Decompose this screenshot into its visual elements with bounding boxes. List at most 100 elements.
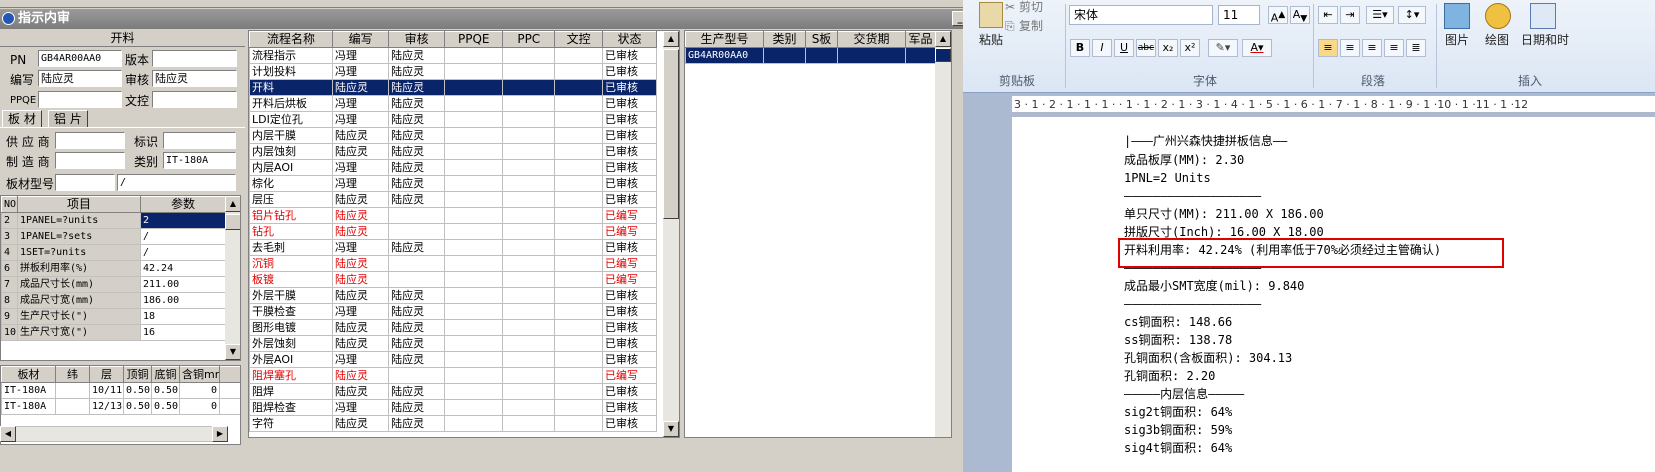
- flow-row[interactable]: 干膜检查 冯理 陆应灵 已审核: [249, 303, 658, 320]
- board-model-field-b[interactable]: /: [117, 174, 236, 191]
- copy-button[interactable]: 复制: [1019, 19, 1043, 33]
- flow-row[interactable]: 计划投料 冯理 陆应灵 已审核: [249, 63, 658, 80]
- flow-row[interactable]: 字符 陆应灵 陆应灵 已审核: [249, 415, 658, 432]
- paste-button[interactable]: 粘贴: [979, 33, 1003, 47]
- board-hscrollbar[interactable]: ◀ ▶: [0, 426, 228, 442]
- scroll-down-icon[interactable]: ▼: [225, 344, 240, 360]
- bold-icon[interactable]: B: [1070, 39, 1090, 57]
- flow-header[interactable]: 流程名称: [249, 31, 334, 48]
- horizontal-ruler[interactable]: 3 · 1 · 2 · 1 · 1 · 1 · · 1 · 1 · 2 · 1 …: [1012, 96, 1655, 113]
- flow-row[interactable]: 阻焊 陆应灵 陆应灵 已审核: [249, 383, 658, 400]
- board-header[interactable]: 纬: [55, 366, 90, 383]
- tab-aluminum-sheet[interactable]: 铝 片: [48, 110, 88, 127]
- flow-row[interactable]: 外层干膜 陆应灵 陆应灵 已审核: [249, 287, 658, 304]
- board-row[interactable]: IT-180A 12/13 0.50 0.50 0: [1, 398, 240, 415]
- board-header[interactable]: 板材: [1, 366, 56, 383]
- product-header[interactable]: 生产型号: [685, 31, 764, 48]
- flow-row[interactable]: 流程指示 冯理 陆应灵 已审核: [249, 47, 658, 64]
- document-page[interactable]: [1012, 117, 1655, 472]
- board-header[interactable]: 含铜mm: [179, 366, 220, 383]
- param-value[interactable]: 42.24: [140, 260, 226, 277]
- flow-row[interactable]: 棕化 冯理 陆应灵 已审核: [249, 175, 658, 192]
- scroll-right-icon[interactable]: ▶: [212, 426, 228, 442]
- flow-row[interactable]: 板镀 陆应灵 已编写: [249, 271, 658, 288]
- date-icon[interactable]: [1530, 3, 1556, 29]
- flow-row[interactable]: 图形电镀 陆应灵 陆应灵 已审核: [249, 319, 658, 336]
- param-value[interactable]: 211.00: [140, 276, 226, 293]
- board-header[interactable]: 底铜: [151, 366, 180, 383]
- version-field[interactable]: [152, 50, 237, 67]
- param-header-value[interactable]: 参数: [140, 196, 226, 213]
- param-header-item[interactable]: 项目: [17, 196, 141, 213]
- scroll-up-icon[interactable]: ▲: [935, 31, 951, 47]
- flow-row[interactable]: 开料后烘板 冯理 陆应灵 已审核: [249, 95, 658, 112]
- flow-row[interactable]: 钻孔 陆应灵 已编写: [249, 223, 658, 240]
- font-name-box[interactable]: 宋体: [1069, 5, 1213, 25]
- clipart-icon[interactable]: [1485, 3, 1511, 29]
- ppqe-field[interactable]: [38, 91, 122, 108]
- flow-header[interactable]: 编写: [332, 31, 390, 48]
- align-left-icon[interactable]: ≡: [1318, 39, 1338, 57]
- product-header[interactable]: 类别: [763, 31, 806, 48]
- param-scrollbar[interactable]: ▲ ▼: [225, 196, 240, 360]
- param-value[interactable]: /: [140, 244, 226, 261]
- param-row[interactable]: 6 拼板利用率(%) 42.24: [1, 260, 226, 277]
- scroll-up-icon[interactable]: ▲: [663, 31, 679, 47]
- font-color-icon[interactable]: A▾: [1242, 39, 1272, 57]
- param-header-no[interactable]: NO: [1, 196, 18, 213]
- reviewer-field[interactable]: 陆应灵: [152, 70, 237, 87]
- scroll-left-icon[interactable]: ◀: [0, 426, 16, 442]
- flow-header[interactable]: PPQE: [444, 31, 504, 48]
- category-field[interactable]: IT-180A: [163, 152, 236, 169]
- board-header-extra[interactable]: [219, 366, 240, 383]
- align-center-icon[interactable]: ≡: [1340, 39, 1360, 57]
- param-scroll-thumb[interactable]: [225, 214, 240, 230]
- board-model-field-a[interactable]: [55, 174, 115, 191]
- product-header[interactable]: S板: [805, 31, 838, 48]
- distributed-icon[interactable]: ≣: [1406, 39, 1426, 57]
- param-value[interactable]: 186.00: [140, 292, 226, 309]
- pn-field[interactable]: GB4AR00AA0: [38, 50, 122, 67]
- param-row[interactable]: 3 1PANEL=?sets /: [1, 228, 226, 245]
- highlight-icon[interactable]: ✎▾: [1208, 39, 1238, 57]
- grow-font-icon[interactable]: A▲: [1268, 6, 1288, 25]
- bullets-icon[interactable]: ☰▾: [1366, 6, 1394, 24]
- param-row[interactable]: 2 1PANEL=?units 2: [1, 212, 226, 229]
- picture-button[interactable]: 图片: [1445, 33, 1469, 47]
- flow-row[interactable]: 阻焊检查 冯理 陆应灵 已审核: [249, 399, 658, 416]
- flow-row[interactable]: 层压 陆应灵 陆应灵 已审核: [249, 191, 658, 208]
- tab-board-material[interactable]: 板 材: [2, 110, 42, 127]
- mark-field[interactable]: [163, 132, 236, 149]
- justify-icon[interactable]: ≡: [1384, 39, 1404, 57]
- param-value[interactable]: /: [140, 228, 226, 245]
- flow-row[interactable]: 沉铜 陆应灵 已编写: [249, 255, 658, 272]
- cut-button[interactable]: 剪切: [1019, 0, 1043, 14]
- product-header[interactable]: 军品: [905, 31, 936, 48]
- line-spacing-icon[interactable]: ↕▾: [1398, 6, 1426, 24]
- strikethrough-icon[interactable]: abc: [1136, 39, 1156, 57]
- product-scroll-thumb[interactable]: [935, 48, 951, 62]
- maker-field[interactable]: [55, 152, 125, 169]
- picture-icon[interactable]: [1444, 3, 1470, 29]
- align-right-icon[interactable]: ≡: [1362, 39, 1382, 57]
- flow-header[interactable]: 文控: [554, 31, 603, 48]
- shrink-font-icon[interactable]: A▼: [1290, 6, 1310, 24]
- scroll-down-icon[interactable]: ▼: [663, 421, 679, 437]
- board-header[interactable]: 层: [89, 366, 124, 383]
- product-row[interactable]: GB4AR00AA0: [685, 47, 936, 64]
- flow-row[interactable]: 内层AOI 冯理 陆应灵 已审核: [249, 159, 658, 176]
- superscript-icon[interactable]: x²: [1180, 39, 1200, 57]
- font-size-box[interactable]: 11: [1218, 5, 1260, 25]
- flow-row[interactable]: 内层干膜 陆应灵 陆应灵 已审核: [249, 127, 658, 144]
- clipart-button[interactable]: 绘图: [1485, 33, 1509, 47]
- increase-indent-icon[interactable]: ⇥: [1340, 6, 1360, 24]
- flow-row[interactable]: 去毛刺 冯理 陆应灵 已审核: [249, 239, 658, 256]
- param-value[interactable]: 18: [140, 308, 226, 325]
- product-scrollbar[interactable]: ▲: [935, 31, 951, 437]
- flow-scrollbar[interactable]: ▲ ▼: [663, 31, 679, 437]
- param-row[interactable]: 4 1SET=?units /: [1, 244, 226, 261]
- product-header[interactable]: 交货期: [837, 31, 906, 48]
- writer-field[interactable]: 陆应灵: [38, 70, 122, 87]
- subscript-icon[interactable]: x₂: [1158, 39, 1178, 57]
- flow-row[interactable]: 铝片钻孔 陆应灵 已编写: [249, 207, 658, 224]
